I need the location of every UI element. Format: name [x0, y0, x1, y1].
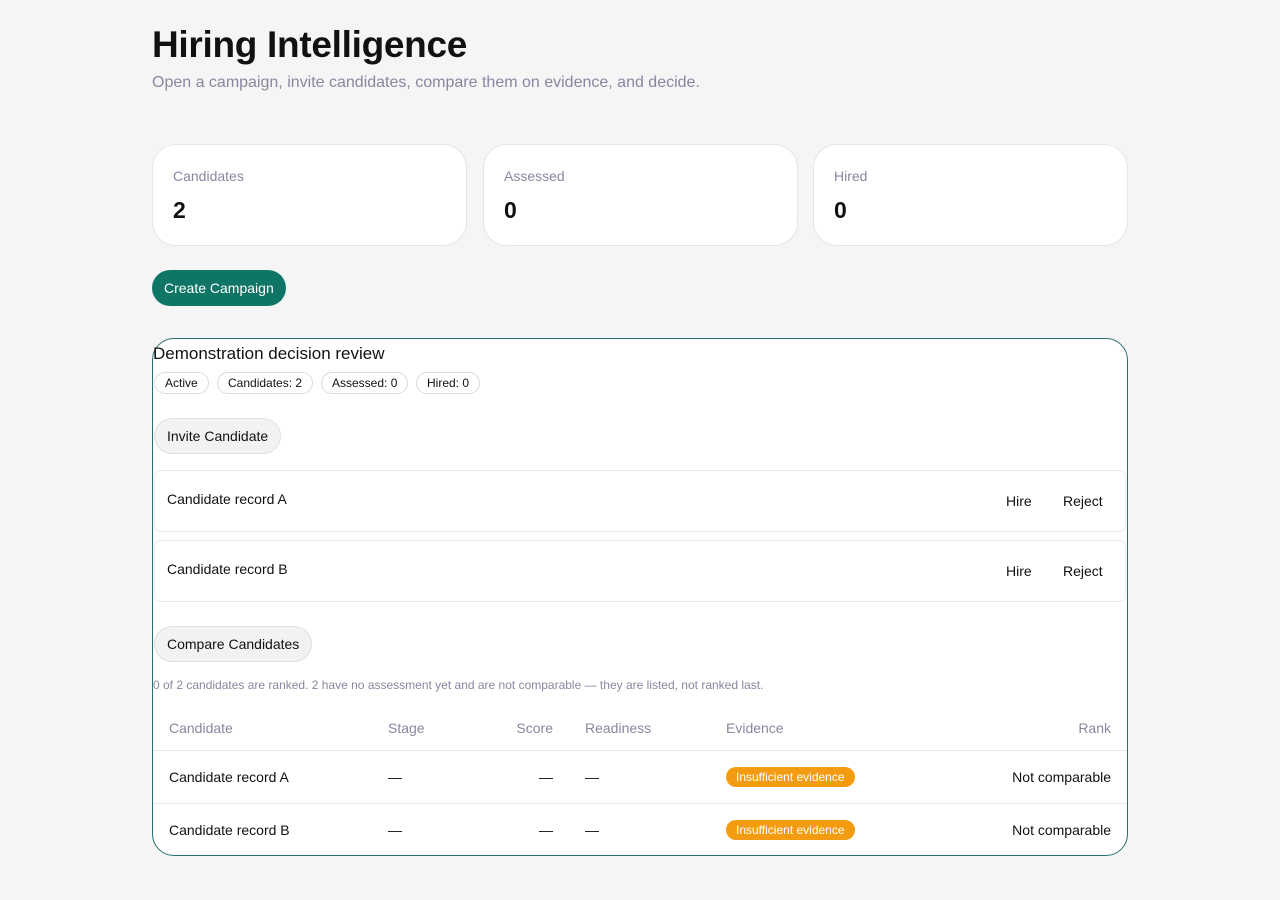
- status-pill-assessed: Assessed: 0: [321, 372, 409, 394]
- cell-rank: Not comparable: [910, 750, 1127, 804]
- status-pill-candidates: Candidates: 2: [217, 372, 314, 394]
- stat-card-assessed: Assessed 0: [483, 144, 798, 246]
- table-header-row: Candidate Stage Score Readiness Evidence…: [153, 706, 1127, 751]
- column-header-evidence: Evidence: [710, 706, 910, 751]
- compare-candidates-button[interactable]: Compare Candidates: [154, 626, 313, 662]
- page-title: Hiring Intelligence: [152, 24, 468, 65]
- cell-stage: —: [372, 750, 472, 804]
- table-row: Candidate record B — — — Insufficient ev…: [153, 803, 1127, 856]
- campaign-card: Demonstration decision review Active Can…: [152, 338, 1128, 856]
- evidence-badge: Insufficient evidence: [726, 766, 855, 787]
- hire-button[interactable]: Hire: [1006, 493, 1032, 509]
- comparison-table: Candidate Stage Score Readiness Evidence…: [153, 706, 1127, 856]
- cell-readiness: —: [585, 821, 599, 838]
- stat-label: Hired: [834, 168, 868, 184]
- stat-value: 0: [504, 197, 517, 223]
- candidate-row: Candidate record B Hire Reject: [154, 540, 1126, 602]
- cell-evidence: Insufficient evidence: [710, 750, 910, 804]
- column-header-rank: Rank: [910, 706, 1127, 751]
- reject-button[interactable]: Reject: [1063, 563, 1103, 579]
- hire-button[interactable]: Hire: [1006, 563, 1032, 579]
- invite-candidate-button[interactable]: Invite Candidate: [154, 418, 282, 454]
- stat-card-candidates: Candidates 2: [152, 144, 467, 246]
- cell-evidence: Insufficient evidence: [710, 803, 910, 856]
- stats-row: Candidates 2 Assessed 0 Hired 0: [152, 144, 1128, 246]
- cell-score: —: [472, 750, 569, 804]
- status-pill-active: Active: [154, 372, 209, 394]
- cell-readiness: —: [569, 750, 710, 804]
- create-campaign-button[interactable]: Create Campaign: [152, 270, 286, 306]
- stat-value: 2: [173, 197, 186, 223]
- stat-label: Assessed: [504, 168, 565, 184]
- candidate-name: Candidate record B: [167, 561, 288, 577]
- cell-score: —: [539, 821, 553, 838]
- table-row: Candidate record A — — — Insufficient ev…: [153, 750, 1127, 804]
- ranking-note: 0 of 2 candidates are ranked. 2 have no …: [153, 678, 764, 692]
- stat-card-hired: Hired 0: [813, 144, 1128, 246]
- candidate-row: Candidate record A Hire Reject: [154, 470, 1126, 532]
- reject-button[interactable]: Reject: [1063, 493, 1103, 509]
- page-subtitle: Open a campaign, invite candidates, comp…: [152, 74, 700, 91]
- cell-rank: Not comparable: [1012, 821, 1111, 838]
- cell-stage: —: [388, 821, 402, 838]
- status-pill-hired: Hired: 0: [416, 372, 481, 394]
- column-header-candidate: Candidate: [153, 706, 372, 751]
- stat-value: 0: [834, 197, 847, 223]
- column-header-stage: Stage: [372, 706, 472, 751]
- campaign-title: Demonstration decision review: [153, 344, 385, 363]
- stat-label: Candidates: [173, 168, 244, 184]
- cell-candidate: Candidate record A: [153, 750, 372, 804]
- cell-candidate: Candidate record B: [169, 821, 290, 838]
- column-header-readiness: Readiness: [569, 706, 710, 751]
- evidence-badge: Insufficient evidence: [726, 819, 855, 840]
- candidate-name: Candidate record A: [167, 491, 287, 507]
- column-header-score: Score: [472, 706, 569, 751]
